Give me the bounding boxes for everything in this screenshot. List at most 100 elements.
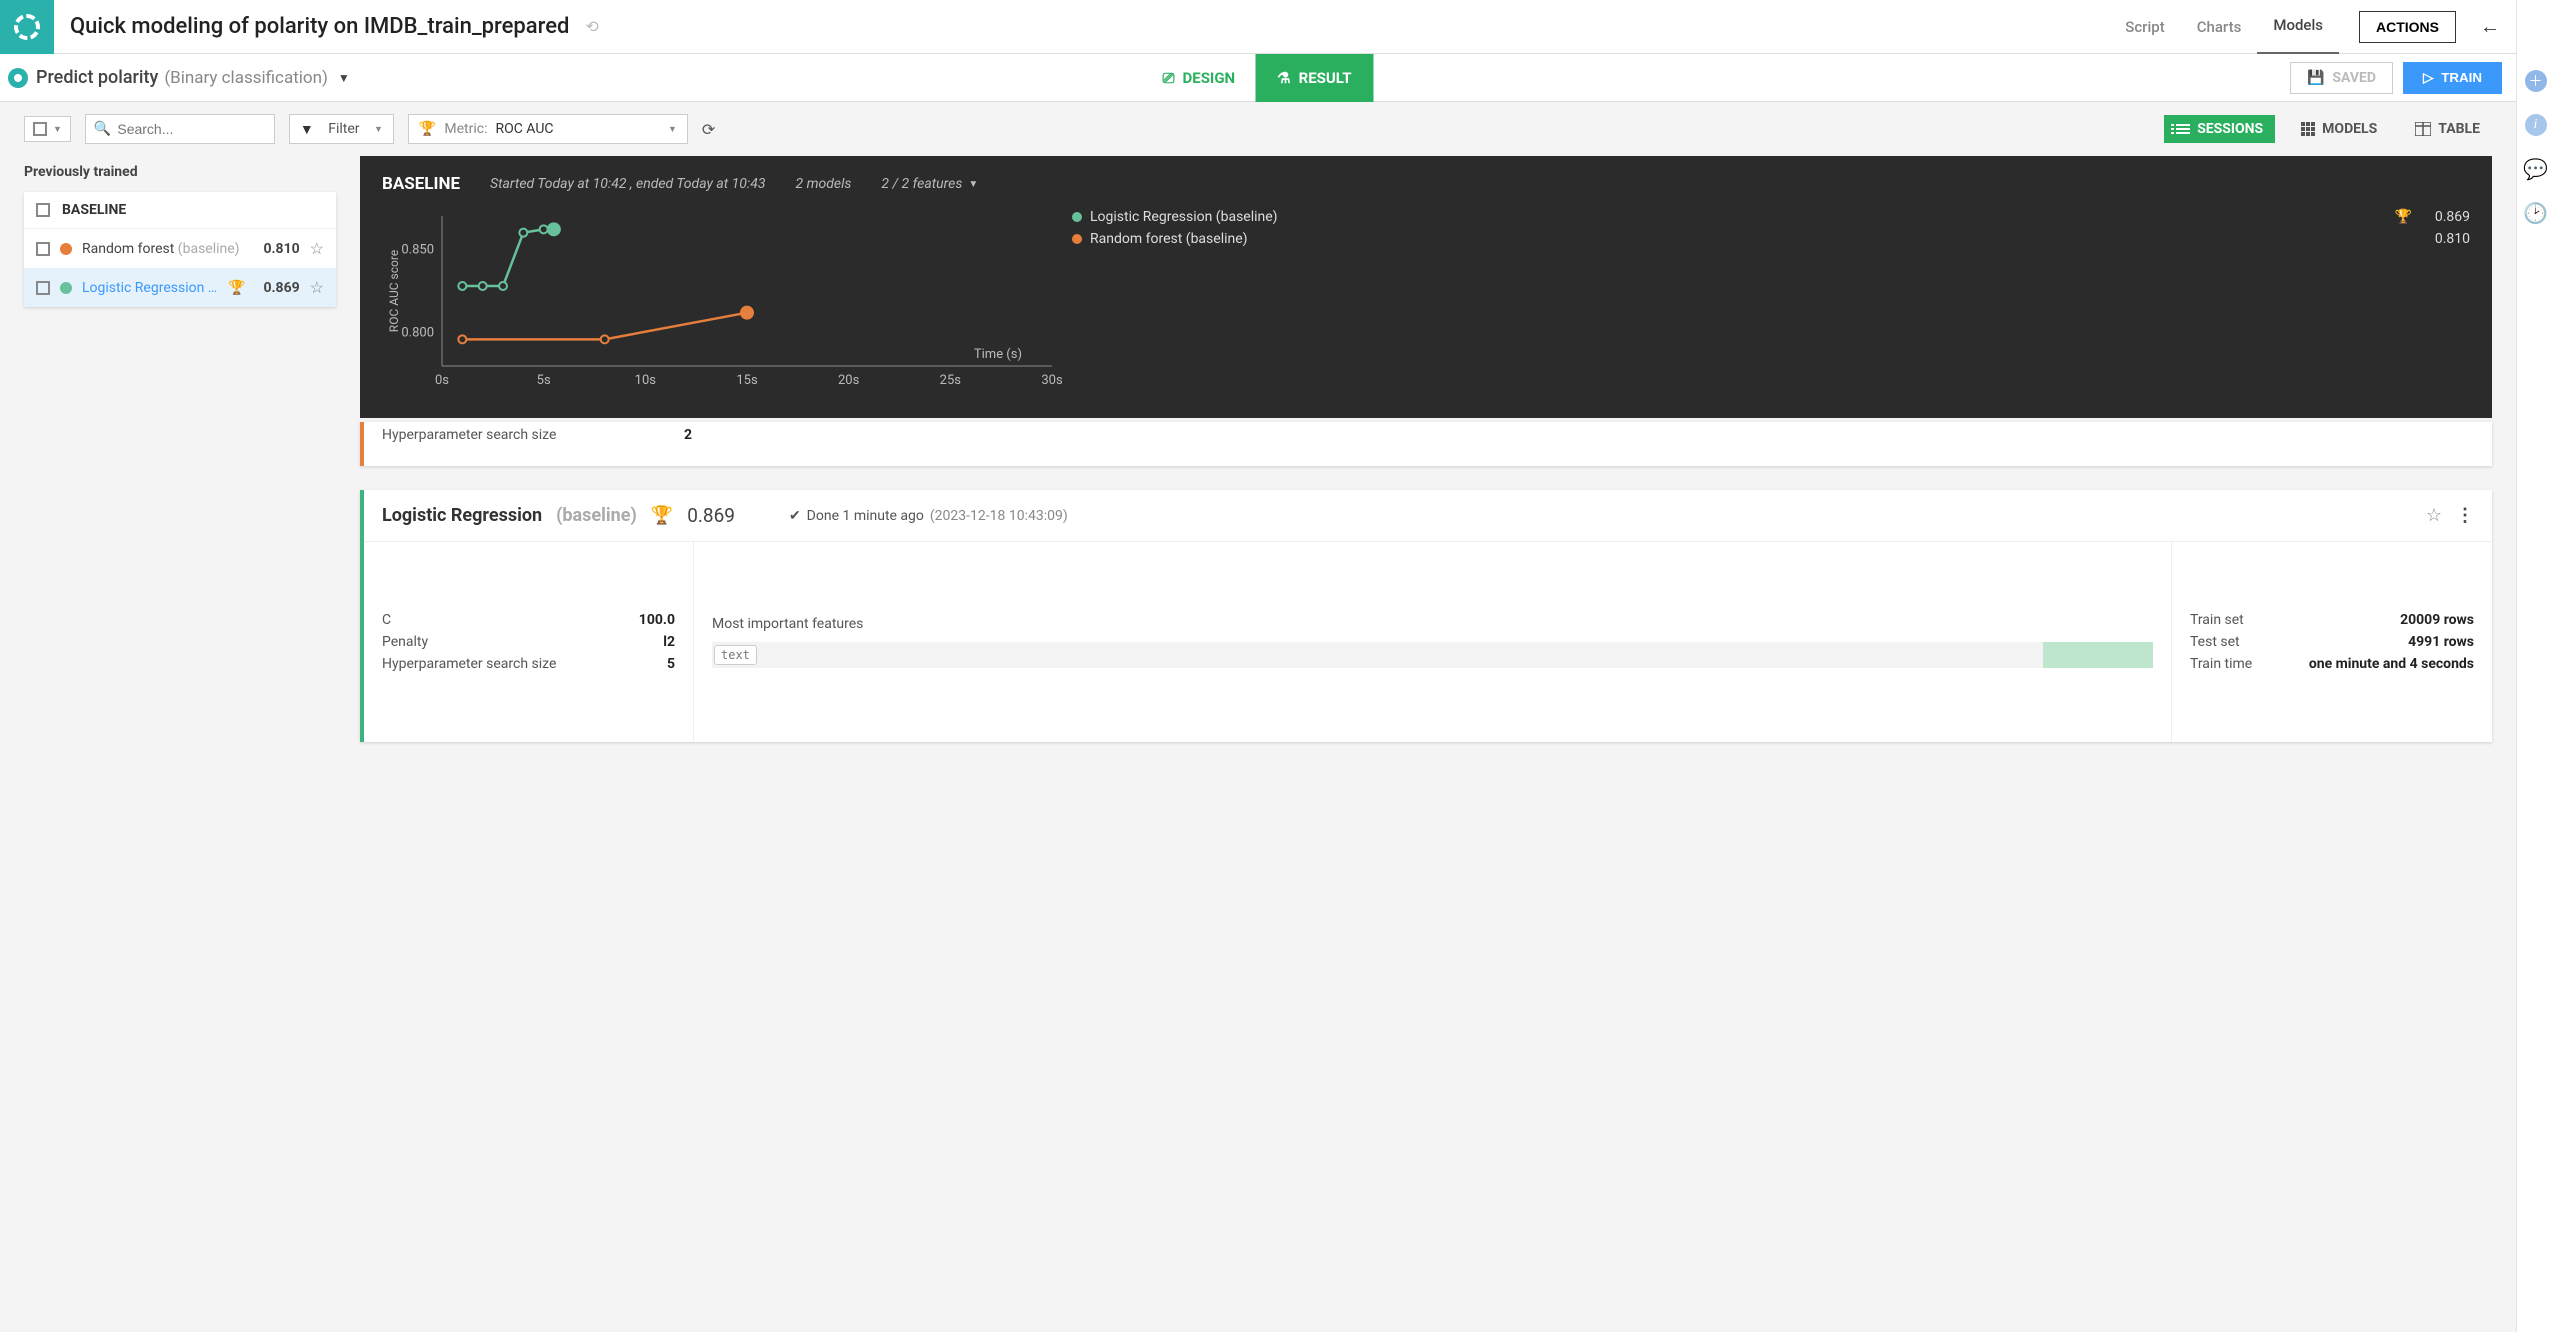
- predict-type: (Binary classification): [164, 68, 328, 88]
- view-table-label: TABLE: [2438, 121, 2480, 137]
- app-logo[interactable]: [0, 0, 54, 54]
- svg-text:15s: 15s: [736, 373, 758, 388]
- param-value: 2: [684, 427, 692, 443]
- tab-script[interactable]: Script: [2109, 0, 2180, 54]
- metric-value: ROC AUC: [495, 121, 553, 137]
- baseline-title: BASELINE: [382, 174, 460, 194]
- add-icon[interactable]: ＋: [2525, 70, 2547, 92]
- star-icon[interactable]: ☆: [310, 278, 324, 297]
- legend-row[interactable]: Logistic Regression (baseline) 🏆 0.869: [1072, 206, 2470, 228]
- chevron-down-icon: ▼: [968, 179, 978, 190]
- hyperparams-column: C100.0 Penaltyl2 Hyperparameter search s…: [364, 542, 694, 742]
- param-value: 5: [667, 656, 675, 672]
- tab-charts[interactable]: Charts: [2181, 0, 2258, 54]
- train-label: TRAIN: [2441, 70, 2482, 85]
- view-sessions-button[interactable]: SESSIONS: [2164, 115, 2275, 143]
- param-label: C: [382, 612, 391, 628]
- star-icon[interactable]: ☆: [2426, 505, 2442, 526]
- page-title: Quick modeling of polarity on IMDB_train…: [70, 14, 569, 39]
- search-box[interactable]: 🔍: [85, 114, 275, 144]
- model-row-logistic-regression[interactable]: Logistic Regression … 🏆 0.869 ☆: [24, 268, 336, 307]
- check-icon: ✔: [789, 508, 801, 524]
- kebab-menu-icon[interactable]: ⋮: [2456, 505, 2474, 526]
- table-icon: [2415, 122, 2431, 136]
- model-card-title: Logistic Regression: [382, 505, 542, 526]
- legend-row[interactable]: Random forest (baseline) 0.810: [1072, 228, 2470, 250]
- trophy-icon: 🏆: [228, 280, 245, 296]
- saved-button: 💾 SAVED: [2290, 62, 2393, 94]
- stats-column: Train set20009 rows Test set4991 rows Tr…: [2172, 542, 2492, 742]
- session-header[interactable]: BASELINE: [24, 192, 336, 229]
- sidebar-title: Previously trained: [24, 164, 336, 180]
- svg-text:0.850: 0.850: [401, 242, 434, 257]
- legend-dot: [1072, 212, 1082, 222]
- chevron-down-icon: ▼: [374, 124, 383, 135]
- right-rail: ＋ i 💬 🕑: [2516, 0, 2554, 1332]
- play-icon: ▷: [2423, 70, 2433, 86]
- grid-icon: [2301, 122, 2315, 136]
- model-color-dot: [60, 243, 72, 255]
- baseline-models-count: 2 models: [796, 176, 852, 192]
- svg-text:0.800: 0.800: [401, 326, 434, 341]
- done-text: Done 1 minute ago: [807, 508, 924, 524]
- model-name: Logistic Regression …: [82, 280, 218, 296]
- filter-icon: ▼: [300, 121, 314, 138]
- refresh-icon[interactable]: ⟳: [702, 120, 715, 139]
- tab-models[interactable]: Models: [2257, 0, 2339, 55]
- result-tab[interactable]: ⚗ RESULT: [1255, 54, 1373, 102]
- collapse-arrow-icon[interactable]: ←: [2480, 14, 2500, 39]
- svg-text:5s: 5s: [537, 373, 551, 388]
- checkbox-icon[interactable]: [36, 242, 50, 256]
- view-models-button[interactable]: MODELS: [2289, 115, 2389, 143]
- done-timestamp: (2023-12-18 10:43:09): [930, 508, 1068, 524]
- trophy-icon: 🏆: [2395, 209, 2412, 225]
- stat-label: Train set: [2190, 612, 2244, 628]
- chevron-down-icon: ▼: [53, 124, 62, 135]
- svg-text:25s: 25s: [940, 373, 962, 388]
- model-row-random-forest[interactable]: Random forest (baseline) 0.810 ☆: [24, 229, 336, 268]
- view-models-label: MODELS: [2322, 121, 2377, 137]
- history-icon[interactable]: 🕑: [2525, 202, 2547, 224]
- star-icon[interactable]: ☆: [310, 239, 324, 258]
- design-tab[interactable]: ⎚ DESIGN: [1142, 54, 1255, 102]
- stat-value: 4991 rows: [2408, 634, 2474, 650]
- baseline-time-range: Started Today at 10:42 , ended Today at …: [490, 176, 765, 192]
- checkbox-icon[interactable]: [36, 281, 50, 295]
- metric-dropdown[interactable]: 🏆 Metric: ROC AUC ▼: [408, 114, 688, 144]
- list-icon: [2176, 124, 2190, 134]
- legend-dot: [1072, 234, 1082, 244]
- checkbox-icon[interactable]: [36, 203, 50, 217]
- feature-chip: text: [714, 645, 757, 665]
- model-card-status: ✔ Done 1 minute ago (2023-12-18 10:43:09…: [789, 508, 1068, 524]
- trained-session-card: BASELINE Random forest (baseline) 0.810 …: [24, 192, 336, 307]
- flask-icon: ⚗: [1277, 69, 1290, 87]
- chat-icon[interactable]: 💬: [2525, 158, 2547, 180]
- model-card-score: 0.869: [687, 504, 735, 527]
- select-all-dropdown[interactable]: ▼: [24, 116, 71, 142]
- svg-text:10s: 10s: [635, 373, 657, 388]
- feature-importance-bar: text: [712, 642, 2153, 668]
- target-icon: [8, 68, 28, 88]
- metric-label: Metric:: [444, 121, 487, 137]
- legend-score: 0.810: [2420, 231, 2470, 247]
- model-card-logistic-regression: Logistic Regression (baseline) 🏆 0.869 ✔…: [360, 490, 2492, 742]
- view-sessions-label: SESSIONS: [2197, 121, 2263, 137]
- filter-label: Filter: [328, 121, 359, 137]
- search-input[interactable]: [117, 121, 266, 137]
- param-label: Hyperparameter search size: [382, 427, 556, 443]
- feature-fill: [2043, 642, 2153, 668]
- filter-dropdown[interactable]: ▼ Filter ▼: [289, 114, 394, 144]
- save-icon: 💾: [2307, 70, 2324, 86]
- logo-icon: [14, 14, 40, 40]
- train-button[interactable]: ▷ TRAIN: [2403, 62, 2502, 94]
- baseline-panel: BASELINE Started Today at 10:42 , ended …: [360, 156, 2492, 418]
- legend-name: Logistic Regression (baseline): [1090, 209, 2387, 225]
- baseline-features-dropdown[interactable]: 2 / 2 features ▼: [881, 176, 978, 192]
- trophy-icon: 🏆: [419, 121, 436, 137]
- actions-button[interactable]: ACTIONS: [2359, 11, 2456, 43]
- refresh-status-icon[interactable]: ⟲: [585, 17, 598, 36]
- chevron-down-icon[interactable]: ▼: [338, 71, 350, 85]
- trophy-icon: 🏆: [651, 505, 673, 526]
- info-icon[interactable]: i: [2525, 114, 2547, 136]
- view-table-button[interactable]: TABLE: [2403, 115, 2492, 143]
